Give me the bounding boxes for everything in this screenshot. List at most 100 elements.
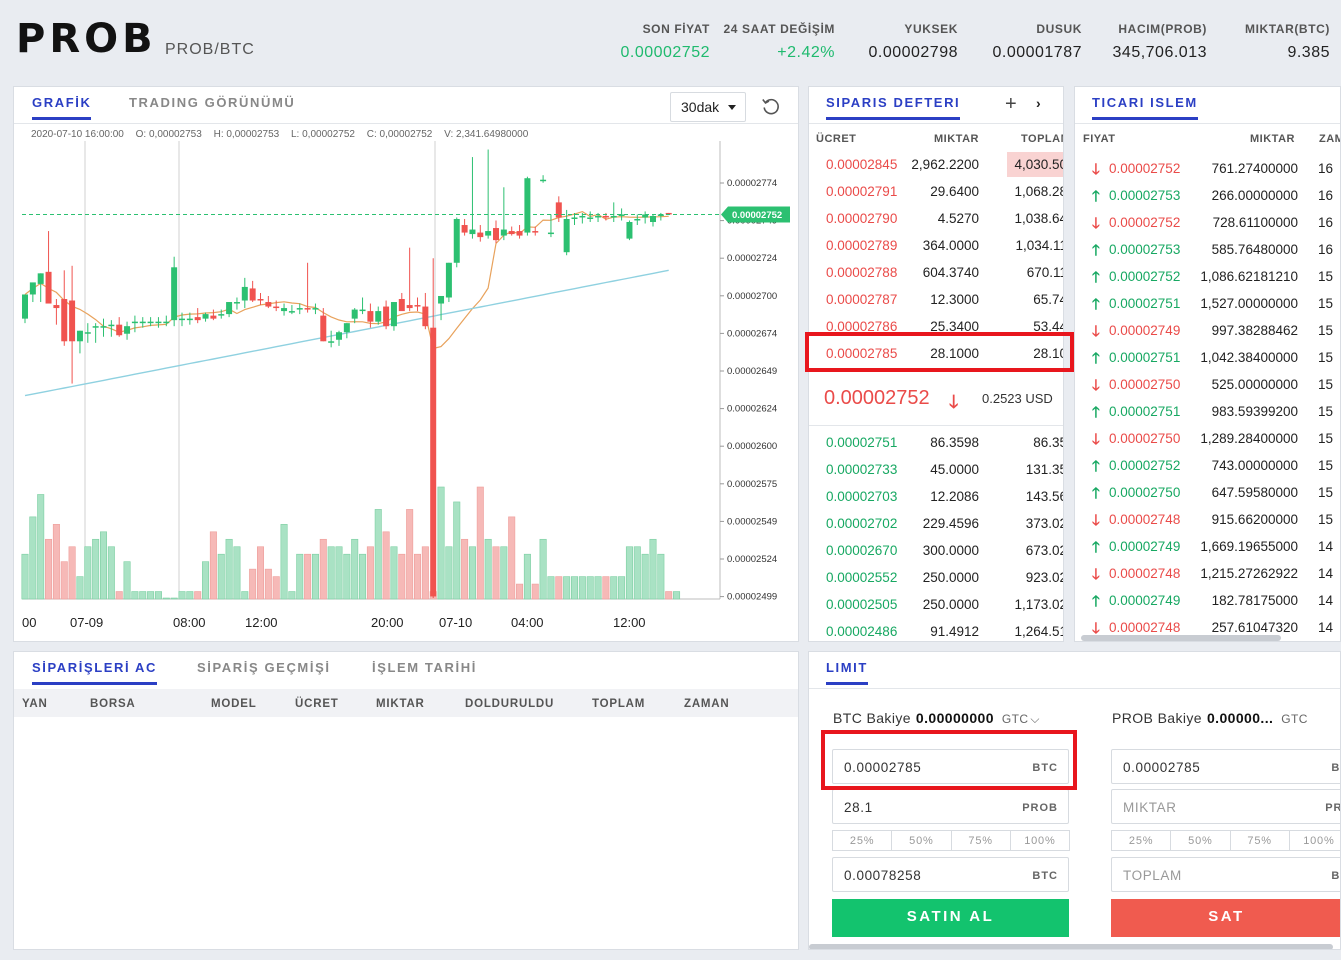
pct-75-button[interactable]: 75% — [1229, 830, 1290, 851]
trade-amount: 1,527.00000000 — [1200, 296, 1298, 311]
candle-body — [155, 321, 162, 324]
volume-bar — [413, 553, 421, 600]
time-tick-label: 00 — [22, 615, 36, 630]
bid-row[interactable]: 0.00002702 229.4596 373.02 — [809, 510, 1063, 537]
arrow-down-icon: 🡓 — [1092, 161, 1100, 178]
bid-price: 0.00002505 — [826, 597, 898, 612]
volume-bar — [84, 546, 92, 600]
ask-row[interactable]: 0.00002787 12.3000 65.74 — [809, 286, 1063, 313]
balance-label: PROB Bakiye — [1112, 710, 1202, 726]
trade-amount: 983.59399200 — [1211, 404, 1298, 419]
tab-open-orders[interactable]: SİPARİŞLERİ AC — [32, 660, 157, 685]
sell-button[interactable]: SAT — [1111, 899, 1340, 937]
tab-order-book[interactable]: SIPARIS DEFTERI — [826, 95, 961, 120]
arrow-up-icon: 🡑 — [1092, 350, 1100, 367]
trade-row: 🡓 0.00002748 1,215.27262922 14 — [1075, 560, 1340, 587]
tab-limit[interactable]: LIMIT — [826, 660, 868, 685]
buy-amount-input[interactable]: 28.1 PROB — [832, 789, 1069, 824]
bid-row[interactable]: 0.00002703 12.2086 143.56 — [809, 483, 1064, 510]
bid-row[interactable]: 0.00002670 300.0000 673.02 — [809, 537, 1063, 564]
volume-bar — [37, 494, 45, 600]
ask-amount: 4.5270 — [937, 211, 979, 226]
ask-price: 0.00002789 — [826, 238, 898, 253]
bid-row[interactable]: 0.00002751 86.3598 86.35 — [809, 429, 1063, 456]
candle-body — [249, 288, 256, 301]
candle-body — [265, 302, 272, 307]
ask-row[interactable]: 0.00002788 604.3740 670.11 — [809, 259, 1063, 286]
volume-bar — [217, 553, 225, 600]
volume-bar — [194, 591, 202, 600]
horizontal-scrollbar[interactable] — [809, 944, 1333, 949]
volume-bar — [359, 553, 367, 600]
volume-bar — [296, 553, 304, 600]
trade-time: 15 — [1318, 404, 1334, 419]
bid-row[interactable]: 0.00002505 250.0000 1,173.02 — [809, 591, 1063, 618]
balance-currency-select[interactable]: GTC — [1002, 712, 1029, 726]
buy-price-input[interactable]: 0.00002785 BTC — [832, 749, 1069, 784]
chevron-right-icon[interactable]: › — [1036, 95, 1041, 111]
candle-body — [610, 215, 617, 218]
col-total: TOPLAM — [592, 698, 646, 710]
bid-price: 0.00002733 — [826, 462, 898, 477]
bid-total: 1,264.51 — [1014, 624, 1064, 639]
volume-bar — [523, 553, 531, 600]
sell-price-input[interactable]: 0.00002785 BTC — [1111, 749, 1340, 784]
candle-body — [76, 330, 83, 342]
trade-price: 0.00002749 — [1109, 539, 1181, 554]
volume-bar — [92, 538, 100, 600]
ask-amount: 12.3000 — [930, 292, 979, 307]
bid-row[interactable]: 0.00002552 250.0000 923.02 — [809, 564, 1063, 591]
divider — [809, 425, 1063, 426]
volume-bar — [570, 576, 578, 600]
arrow-up-icon: 🡑 — [1092, 593, 1100, 610]
candle-body — [571, 217, 578, 219]
candle-body — [453, 218, 460, 263]
bid-amount: 250.0000 — [922, 597, 979, 612]
trades-panel: TICARI ISLEM FIYAT MIKTAR ZAMAN 🡓 0.00002… — [1074, 86, 1341, 642]
candle-body — [147, 321, 154, 324]
candle-body — [69, 300, 76, 342]
bid-total: 143.56 — [1025, 489, 1064, 504]
ask-row[interactable]: 0.00002845 2,962.2200 4,030.50 — [809, 151, 1064, 178]
ask-total: 4,030.50 — [1014, 157, 1064, 172]
pct-100-button[interactable]: 100% — [1009, 830, 1070, 851]
ask-row[interactable]: 0.00002790 4.5270 1,038.64 — [809, 205, 1063, 232]
trade-price: 0.00002750 — [1109, 431, 1181, 446]
pct-50-button[interactable]: 50% — [891, 830, 952, 851]
candle-body — [131, 321, 138, 324]
volume-bar — [461, 538, 469, 600]
horizontal-scrollbar[interactable] — [1081, 635, 1281, 641]
bid-row[interactable]: 0.00002733 45.0000 131.35 — [809, 456, 1063, 483]
pct-100-button[interactable]: 100% — [1288, 830, 1340, 851]
chevron-down-icon[interactable]: ⌵ — [1030, 712, 1040, 726]
trade-amount: 182.78175000 — [1211, 593, 1298, 608]
pct-75-button[interactable]: 75% — [950, 830, 1011, 851]
tab-trade-history[interactable]: İŞLEM TARİHİ — [372, 660, 477, 675]
trade-amount: 1,042.38400000 — [1200, 350, 1298, 365]
sell-amount-input[interactable]: MIKTAR PROB — [1111, 789, 1340, 824]
pct-25-button[interactable]: 25% — [832, 830, 893, 851]
volume-bar — [421, 546, 429, 600]
candlestick-chart[interactable]: 0.000027740.000027490.000027240.00002700… — [14, 87, 799, 642]
ask-row[interactable]: 0.00002789 364.0000 1,034.11 — [809, 232, 1063, 259]
ask-row[interactable]: 0.00002786 25.3400 53.44 — [809, 313, 1063, 340]
bid-row[interactable]: 0.00002486 91.4912 1,264.51 — [809, 618, 1064, 641]
volume-bar — [272, 576, 280, 600]
tab-trades[interactable]: TICARI ISLEM — [1092, 95, 1198, 120]
tab-order-history[interactable]: SİPARİŞ GEÇMİŞİ — [197, 660, 331, 675]
volume-bar — [610, 576, 618, 600]
plus-icon[interactable]: + — [1005, 93, 1017, 116]
ask-row[interactable]: 0.00002791 29.6400 1,068.28 — [809, 178, 1063, 205]
buy-button[interactable]: SATIN AL — [832, 899, 1069, 937]
pct-50-button[interactable]: 50% — [1170, 830, 1231, 851]
buy-total-input[interactable]: 0.00078258 BTC — [832, 857, 1069, 892]
ask-row[interactable]: 0.00002785 28.1000 28.10 — [809, 340, 1063, 367]
sell-total-input[interactable]: TOPLAM BTC — [1111, 857, 1340, 892]
ask-price: 0.00002845 — [826, 157, 898, 172]
candle-body — [540, 179, 547, 182]
time-tick-label: 07-09 — [70, 615, 103, 630]
pct-25-button[interactable]: 25% — [1111, 830, 1172, 851]
balance-currency-select[interactable]: GTC — [1281, 712, 1308, 726]
candle-body — [179, 318, 185, 321]
ask-amount: 364.0000 — [922, 238, 979, 253]
